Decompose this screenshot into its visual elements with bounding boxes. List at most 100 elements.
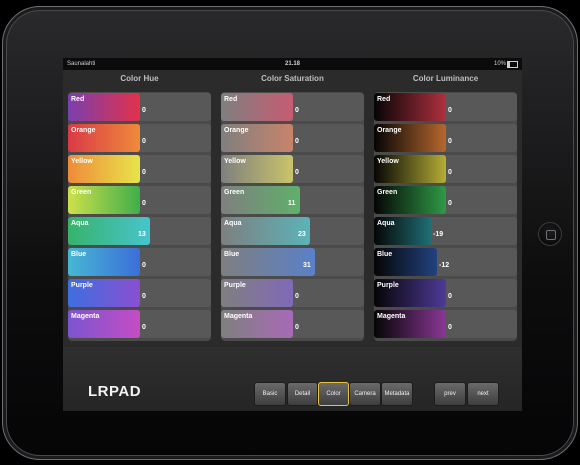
tab-basic[interactable]: Basic bbox=[254, 382, 286, 406]
slider-panel: Red 0 Orange 0 Yellow 0 Green 0 Aqua 13 Blue 0 Purpl… bbox=[68, 92, 211, 341]
slider-value: 0 bbox=[295, 107, 299, 114]
slider-label: Purple bbox=[71, 282, 93, 289]
slider-label: Magenta bbox=[224, 313, 253, 320]
slider-row[interactable]: Purple 0 bbox=[221, 279, 364, 307]
slider-fill[interactable]: Purple bbox=[221, 279, 293, 307]
slider-value: 0 bbox=[142, 262, 146, 269]
slider-row[interactable]: Aqua -19 bbox=[374, 217, 517, 245]
slider-row[interactable]: Orange 0 bbox=[221, 124, 364, 152]
home-button[interactable] bbox=[538, 222, 562, 246]
slider-fill[interactable]: Aqua bbox=[374, 217, 431, 245]
slider-label: Red bbox=[377, 96, 391, 103]
slider-row[interactable]: Magenta 0 bbox=[374, 310, 517, 338]
slider-fill[interactable]: Blue bbox=[221, 248, 315, 276]
slider-fill[interactable]: Magenta bbox=[374, 310, 446, 338]
battery-label: 10% bbox=[493, 61, 506, 67]
slider-value: 0 bbox=[448, 293, 452, 300]
slider-row[interactable]: Purple 0 bbox=[374, 279, 517, 307]
slider-label: Green bbox=[224, 189, 245, 196]
slider-row[interactable]: Yellow 0 bbox=[221, 155, 364, 183]
slider-row[interactable]: Blue 0 bbox=[68, 248, 211, 276]
slider-value: 13 bbox=[138, 231, 146, 238]
slider-row[interactable]: Yellow 0 bbox=[68, 155, 211, 183]
slider-fill[interactable]: Purple bbox=[374, 279, 446, 307]
slider-fill[interactable]: Red bbox=[221, 93, 293, 121]
slider-panel: Red 0 Orange 0 Yellow 0 Green 11 Aqua 23 Blue 31 Pur… bbox=[221, 92, 364, 341]
slider-fill[interactable]: Blue bbox=[68, 248, 140, 276]
slider-label: Red bbox=[224, 96, 238, 103]
slider-label: Purple bbox=[377, 282, 399, 289]
slider-fill[interactable]: Purple bbox=[68, 279, 140, 307]
slider-value: 11 bbox=[288, 200, 296, 207]
slider-fill[interactable]: Blue bbox=[374, 248, 437, 276]
slider-fill[interactable]: Orange bbox=[221, 124, 293, 152]
home-square-icon bbox=[546, 230, 556, 240]
slider-row[interactable]: Blue -12 bbox=[374, 248, 517, 276]
slider-row[interactable]: Magenta 0 bbox=[221, 310, 364, 338]
slider-label: Orange bbox=[224, 127, 249, 134]
slider-label: Orange bbox=[377, 127, 402, 134]
tab-color[interactable]: Color bbox=[318, 382, 349, 406]
app-screen: Saunalahti 21.18 10% LRPAD Color Hue Red 0… bbox=[63, 58, 522, 411]
slider-label: Blue bbox=[224, 251, 240, 258]
slider-label: Magenta bbox=[377, 313, 406, 320]
slider-value: 0 bbox=[142, 107, 146, 114]
slider-row[interactable]: Green 0 bbox=[374, 186, 517, 214]
slider-label: Aqua bbox=[224, 220, 242, 227]
column-title: Color Saturation bbox=[261, 74, 324, 83]
slider-row[interactable]: Red 0 bbox=[68, 93, 211, 121]
next-button[interactable]: next bbox=[467, 382, 499, 406]
tab-metadata[interactable]: Metadata bbox=[381, 382, 413, 406]
slider-value: 0 bbox=[142, 138, 146, 145]
slider-fill[interactable]: Green bbox=[68, 186, 140, 214]
slider-fill[interactable]: Yellow bbox=[374, 155, 446, 183]
slider-row[interactable]: Blue 31 bbox=[221, 248, 364, 276]
status-bar: Saunalahti 21.18 10% bbox=[63, 58, 522, 70]
slider-row[interactable]: Red 0 bbox=[374, 93, 517, 121]
slider-fill[interactable]: Magenta bbox=[221, 310, 293, 338]
slider-value: 23 bbox=[298, 231, 306, 238]
slider-panel: Red 0 Orange 0 Yellow 0 Green 0 Aqua -19 Blue -12 Pu… bbox=[374, 92, 517, 341]
slider-fill[interactable]: Aqua bbox=[221, 217, 310, 245]
slider-label: Blue bbox=[377, 251, 393, 258]
slider-row[interactable]: Orange 0 bbox=[68, 124, 211, 152]
slider-value: 0 bbox=[448, 169, 452, 176]
slider-value: -19 bbox=[433, 231, 444, 238]
tab-detail[interactable]: Detail bbox=[287, 382, 318, 406]
slider-label: Blue bbox=[71, 251, 87, 258]
slider-label: Red bbox=[71, 96, 85, 103]
slider-row[interactable]: Yellow 0 bbox=[374, 155, 517, 183]
slider-label: Orange bbox=[71, 127, 96, 134]
tab-camera[interactable]: Camera bbox=[349, 382, 381, 406]
slider-value: -12 bbox=[439, 262, 450, 269]
slider-fill[interactable]: Orange bbox=[68, 124, 140, 152]
slider-row[interactable]: Green 11 bbox=[221, 186, 364, 214]
battery-icon bbox=[507, 61, 518, 68]
slider-fill[interactable]: Red bbox=[374, 93, 446, 121]
slider-row[interactable]: Magenta 0 bbox=[68, 310, 211, 338]
slider-label: Aqua bbox=[71, 220, 89, 227]
slider-fill[interactable]: Red bbox=[68, 93, 140, 121]
slider-value: 0 bbox=[295, 293, 299, 300]
prev-button[interactable]: prev bbox=[434, 382, 466, 406]
slider-fill[interactable]: Yellow bbox=[68, 155, 140, 183]
slider-row[interactable]: Red 0 bbox=[221, 93, 364, 121]
slider-value: 0 bbox=[295, 324, 299, 331]
slider-value: 0 bbox=[142, 324, 146, 331]
slider-value: 0 bbox=[448, 324, 452, 331]
slider-value: 0 bbox=[142, 200, 146, 207]
slider-fill[interactable]: Magenta bbox=[68, 310, 140, 338]
slider-fill[interactable]: Yellow bbox=[221, 155, 293, 183]
slider-row[interactable]: Orange 0 bbox=[374, 124, 517, 152]
slider-row[interactable]: Green 0 bbox=[68, 186, 211, 214]
slider-value: 0 bbox=[295, 169, 299, 176]
slider-row[interactable]: Aqua 23 bbox=[221, 217, 364, 245]
column-title: Color Hue bbox=[120, 74, 159, 83]
slider-row[interactable]: Purple 0 bbox=[68, 279, 211, 307]
slider-label: Yellow bbox=[224, 158, 246, 165]
slider-fill[interactable]: Orange bbox=[374, 124, 446, 152]
app-logo: LRPAD bbox=[88, 383, 142, 400]
slider-row[interactable]: Aqua 13 bbox=[68, 217, 211, 245]
slider-fill[interactable]: Green bbox=[374, 186, 446, 214]
column-title: Color Luminance bbox=[412, 74, 479, 83]
